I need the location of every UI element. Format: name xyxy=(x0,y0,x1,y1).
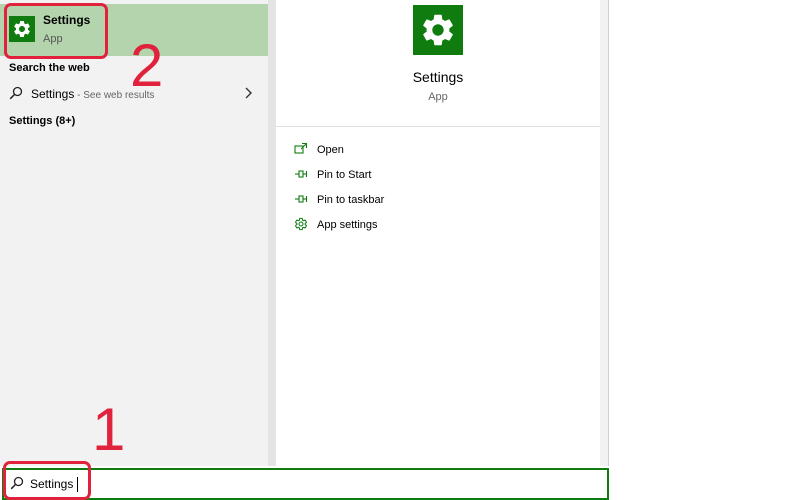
gear-icon xyxy=(413,5,463,55)
detail-subtitle: App xyxy=(428,91,448,103)
chevron-right-icon xyxy=(243,86,253,105)
action-pin-to-start[interactable]: Pin to Start xyxy=(290,165,590,187)
gear-icon xyxy=(294,217,308,236)
pin-icon xyxy=(294,192,308,211)
search-web-heading: Search the web xyxy=(9,62,90,74)
pin-icon xyxy=(294,167,308,186)
search-input[interactable] xyxy=(30,474,590,494)
flyout-edge xyxy=(600,0,609,466)
action-pin-to-start-label: Pin to Start xyxy=(317,169,372,181)
action-app-settings-label: App settings xyxy=(317,219,378,231)
action-pin-to-taskbar-label: Pin to taskbar xyxy=(317,194,385,206)
search-icon xyxy=(9,86,23,105)
action-open-label: Open xyxy=(317,144,344,156)
annotation-step-1: 1 xyxy=(92,396,126,463)
detail-divider xyxy=(276,126,600,127)
more-results-heading[interactable]: Settings (8+) xyxy=(9,115,75,127)
detail-title: Settings xyxy=(412,69,464,85)
open-icon xyxy=(294,142,308,161)
action-open[interactable]: Open xyxy=(290,140,590,162)
annotation-step-2: 2 xyxy=(130,32,164,99)
web-result-label: Settings xyxy=(31,87,75,101)
detail-pane: Settings App Open Pin to Start Pin to ta… xyxy=(276,0,600,466)
action-pin-to-taskbar[interactable]: Pin to taskbar xyxy=(290,190,590,212)
action-app-settings[interactable]: App settings xyxy=(290,215,590,237)
annotation-highlight-search-box xyxy=(3,461,91,500)
pane-separator xyxy=(268,0,276,466)
search-box[interactable] xyxy=(2,468,609,500)
annotation-highlight-best-match xyxy=(4,3,108,59)
